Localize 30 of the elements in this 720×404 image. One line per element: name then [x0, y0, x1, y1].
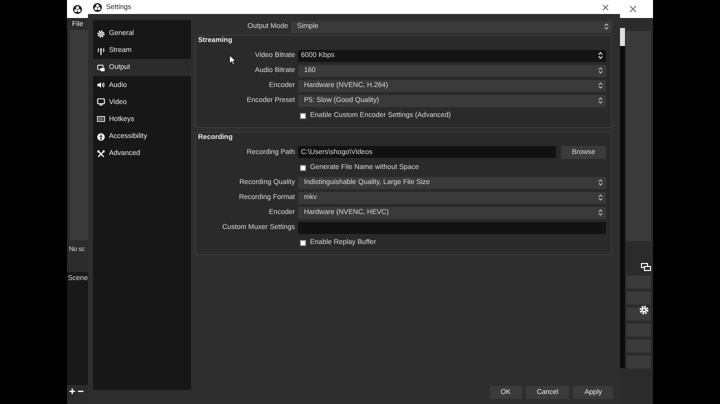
settings-icon[interactable] — [639, 305, 649, 315]
antenna-icon — [97, 46, 105, 55]
close-icon[interactable] — [629, 5, 637, 13]
output-icon — [97, 64, 105, 72]
updown-icon — [598, 208, 603, 217]
checkbox[interactable] — [300, 112, 306, 118]
windows-icon[interactable] — [641, 263, 651, 271]
tools-icon — [97, 150, 105, 158]
updown-icon — [598, 193, 603, 202]
logo-icon — [73, 4, 82, 14]
updown-icon — [598, 51, 603, 60]
updown-icon — [598, 81, 603, 90]
scene-control[interactable]: − — [77, 386, 84, 398]
close-icon[interactable] — [602, 4, 609, 10]
updown-icon — [604, 22, 609, 31]
checkbox[interactable] — [300, 164, 306, 170]
checkbox[interactable] — [300, 240, 306, 246]
person-icon — [97, 132, 105, 141]
scene-control[interactable]: + — [69, 386, 76, 398]
updown-icon — [598, 178, 603, 187]
updown-icon — [598, 66, 603, 75]
logo-icon — [93, 2, 102, 12]
updown-icon — [598, 96, 603, 105]
input-field[interactable] — [298, 222, 606, 234]
gear-icon — [97, 30, 105, 38]
scrollbar[interactable] — [620, 28, 625, 368]
cursor-icon — [229, 55, 236, 65]
keyboard-icon — [97, 115, 105, 124]
speaker-icon — [97, 81, 105, 90]
monitor-icon — [97, 98, 105, 106]
